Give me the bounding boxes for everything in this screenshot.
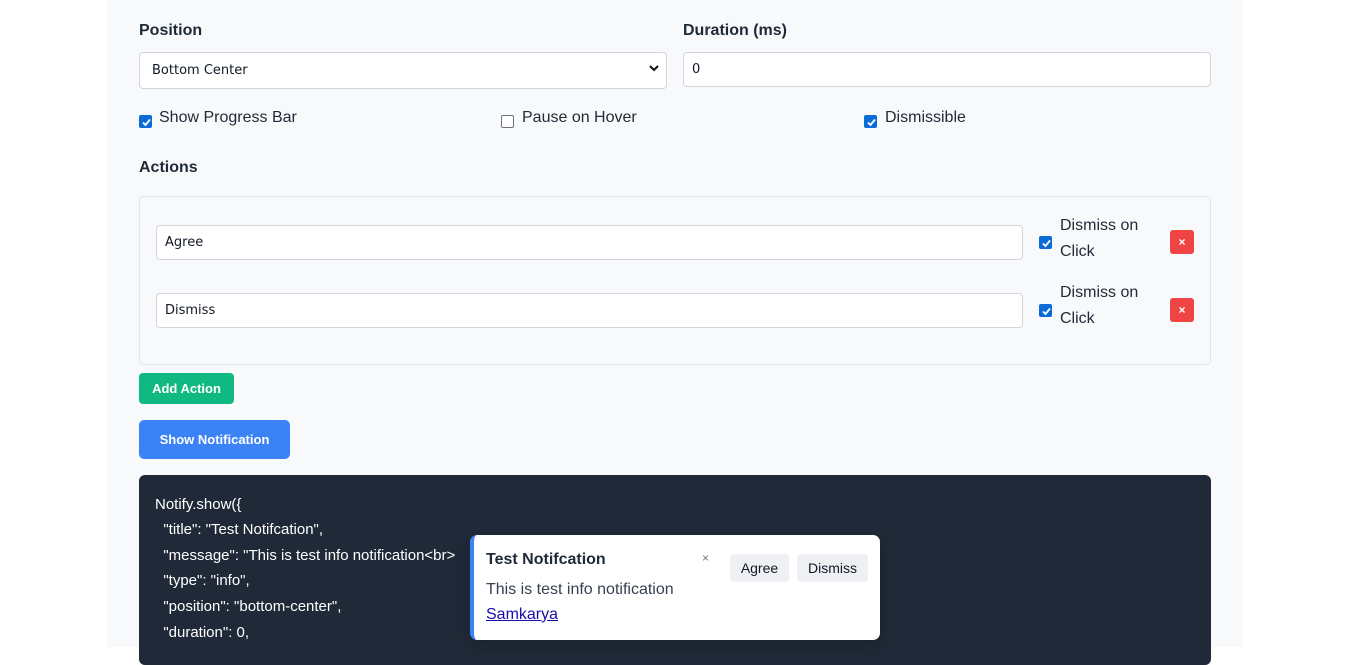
- code-line: "position": "bottom-center",: [155, 598, 342, 615]
- show-progress-checkbox[interactable]: [139, 115, 152, 128]
- action-label-input[interactable]: Dismiss: [156, 293, 1023, 328]
- check-icon: [1042, 239, 1051, 248]
- code-line: Notify.show({: [155, 496, 242, 513]
- toast-message: This is test info notification: [486, 581, 674, 598]
- close-icon[interactable]: ×: [702, 551, 709, 565]
- dismiss-on-click-label: Click: [1060, 310, 1095, 327]
- position-select-value: Bottom Center: [152, 63, 248, 78]
- duration-label: Duration (ms): [683, 22, 787, 39]
- duration-input-value: 0: [692, 62, 701, 77]
- check-icon: [1042, 307, 1051, 316]
- code-line: "duration": 0,: [155, 624, 250, 641]
- show-progress-label: Show Progress Bar: [159, 109, 297, 126]
- notification-toast: Test Notifcation × This is test info not…: [470, 535, 880, 640]
- dismissible-label: Dismissible: [885, 109, 966, 126]
- dismiss-on-click-label: Click: [1060, 243, 1095, 260]
- actions-heading: Actions: [139, 159, 198, 176]
- dismiss-on-click-label: Dismiss on: [1060, 284, 1139, 301]
- check-icon: [867, 118, 876, 127]
- chevron-down-icon: [649, 65, 659, 72]
- duration-input[interactable]: 0: [683, 52, 1211, 87]
- position-select[interactable]: Bottom Center: [139, 52, 667, 89]
- actions-list: [139, 196, 1211, 365]
- code-line: "type": "info",: [155, 572, 250, 589]
- code-line: "title": "Test Notifcation",: [155, 521, 324, 538]
- delete-action-button[interactable]: ×: [1170, 298, 1194, 322]
- check-icon: [142, 118, 151, 127]
- dismiss-on-click-label: Dismiss on: [1060, 217, 1139, 234]
- delete-action-button[interactable]: ×: [1170, 230, 1194, 254]
- add-action-button[interactable]: Add Action: [139, 373, 234, 404]
- toast-link[interactable]: Samkarya: [486, 606, 558, 624]
- dismiss-on-click-checkbox[interactable]: [1039, 236, 1052, 249]
- pause-on-hover-checkbox[interactable]: [501, 115, 514, 128]
- dismiss-on-click-checkbox[interactable]: [1039, 304, 1052, 317]
- code-line: "message": "This is test info notificati…: [155, 547, 456, 564]
- action-label-value: Dismiss: [165, 303, 216, 318]
- pause-on-hover-label: Pause on Hover: [522, 109, 637, 126]
- toast-title: Test Notifcation: [486, 551, 606, 568]
- toast-dismiss-button[interactable]: Dismiss: [797, 554, 868, 582]
- dismissible-checkbox[interactable]: [864, 115, 877, 128]
- action-label-value: Agree: [165, 235, 204, 250]
- toast-agree-button[interactable]: Agree: [730, 554, 789, 582]
- show-notification-button[interactable]: Show Notification: [139, 420, 290, 459]
- action-label-input[interactable]: Agree: [156, 225, 1023, 260]
- position-label: Position: [139, 22, 203, 39]
